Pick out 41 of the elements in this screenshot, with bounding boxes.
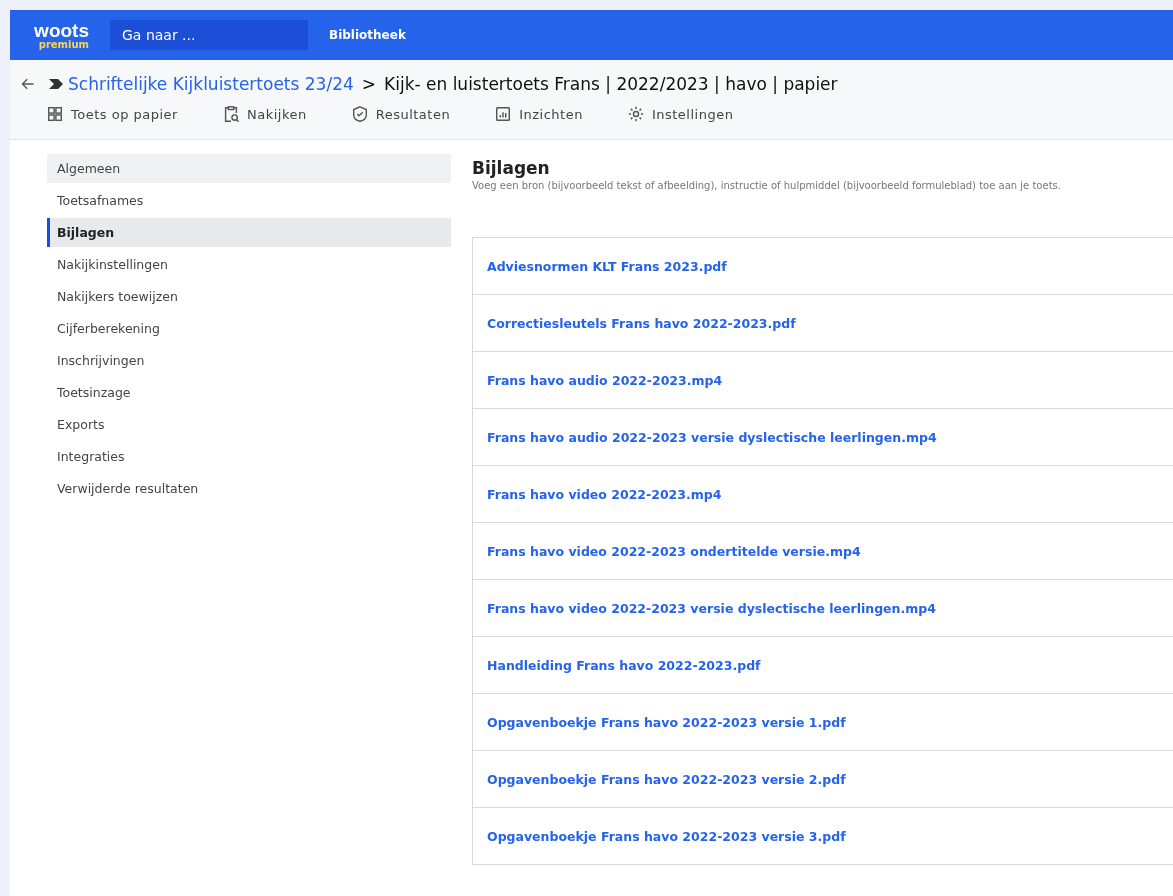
sidebar-item[interactable]: Cijferberekening <box>47 314 451 343</box>
file-link[interactable]: Frans havo audio 2022-2023 versie dyslectische leerlingen.mp4 <box>487 429 937 445</box>
file-link[interactable]: Frans havo audio 2022-2023.mp4 <box>487 372 723 388</box>
sidebar-item[interactable]: Nakijkers toewijzen <box>47 282 451 311</box>
settings-icon <box>626 105 645 123</box>
bar-chart-icon <box>494 105 513 123</box>
sidebar-item[interactable]: Nakijkinstellingen <box>47 250 451 279</box>
sidebar-item[interactable]: Exports <box>47 410 451 439</box>
file-link[interactable]: Handleiding Frans havo 2022-2023.pdf <box>487 657 761 673</box>
file-link[interactable]: Adviesnormen KLT Frans 2023.pdf <box>487 258 727 274</box>
file-link[interactable]: Opgavenboekje Frans havo 2022-2023 versie 2.pdf <box>487 771 846 787</box>
sidebar-item[interactable]: Algemeen <box>47 154 451 183</box>
chevron-icon <box>48 78 64 90</box>
tab[interactable]: Nakijken <box>209 102 319 126</box>
sidebar-item[interactable]: Inschrijvingen <box>47 346 451 375</box>
nav-link[interactable]: Bibliotheek <box>329 28 406 42</box>
file-link[interactable]: Frans havo video 2022-2023.mp4 <box>487 486 722 502</box>
breadcrumb-separator: > <box>361 74 377 94</box>
file-link[interactable]: Frans havo video 2022-2023 versie dyslectische leerlingen.mp4 <box>487 600 936 616</box>
logo[interactable]: woots premium <box>23 20 89 50</box>
section-description: Voeg een bron (bijvoorbeeld tekst of afbeelding), instructie of hulpmiddel (bijvoorbeeld formuleblad) toe aan je toets. <box>472 180 1062 191</box>
breadcrumb-link[interactable]: Schriftelijke Kijkluistertoets 23/24 <box>68 74 354 94</box>
sidebar-item[interactable]: Toetsafnames <box>47 186 451 215</box>
shield-check-icon <box>350 105 369 123</box>
tab[interactable]: Toets op papier <box>46 102 190 126</box>
tab[interactable]: Inzichten <box>482 102 595 126</box>
tab[interactable]: Resultaten <box>338 102 463 126</box>
file-link[interactable]: Opgavenboekje Frans havo 2022-2023 versie 1.pdf <box>487 714 846 730</box>
back-arrow-icon[interactable] <box>20 76 36 92</box>
grid-icon <box>46 105 64 123</box>
sidebar-item[interactable]: Integraties <box>47 442 451 471</box>
file-link[interactable]: Frans havo video 2022-2023 ondertitelde versie.mp4 <box>487 543 861 559</box>
file-link[interactable]: Opgavenboekje Frans havo 2022-2023 versie 3.pdf <box>487 828 846 844</box>
file-link[interactable]: Correctiesleutels Frans havo 2022-2023.pdf <box>487 315 796 331</box>
section-title: Bijlagen <box>472 158 551 178</box>
sidebar-item[interactable]: Verwijderde resultaten <box>47 474 451 503</box>
sidebar-item[interactable]: Bijlagen <box>47 218 451 247</box>
tab[interactable]: Instellingen <box>614 102 746 126</box>
search-field[interactable]: Ga naar ... <box>110 20 308 50</box>
sidebar-item[interactable]: Toetsinzage <box>47 378 451 407</box>
page-title: Kijk- en luistertoets Frans | 2022/2023 | havo | papier <box>384 74 838 94</box>
